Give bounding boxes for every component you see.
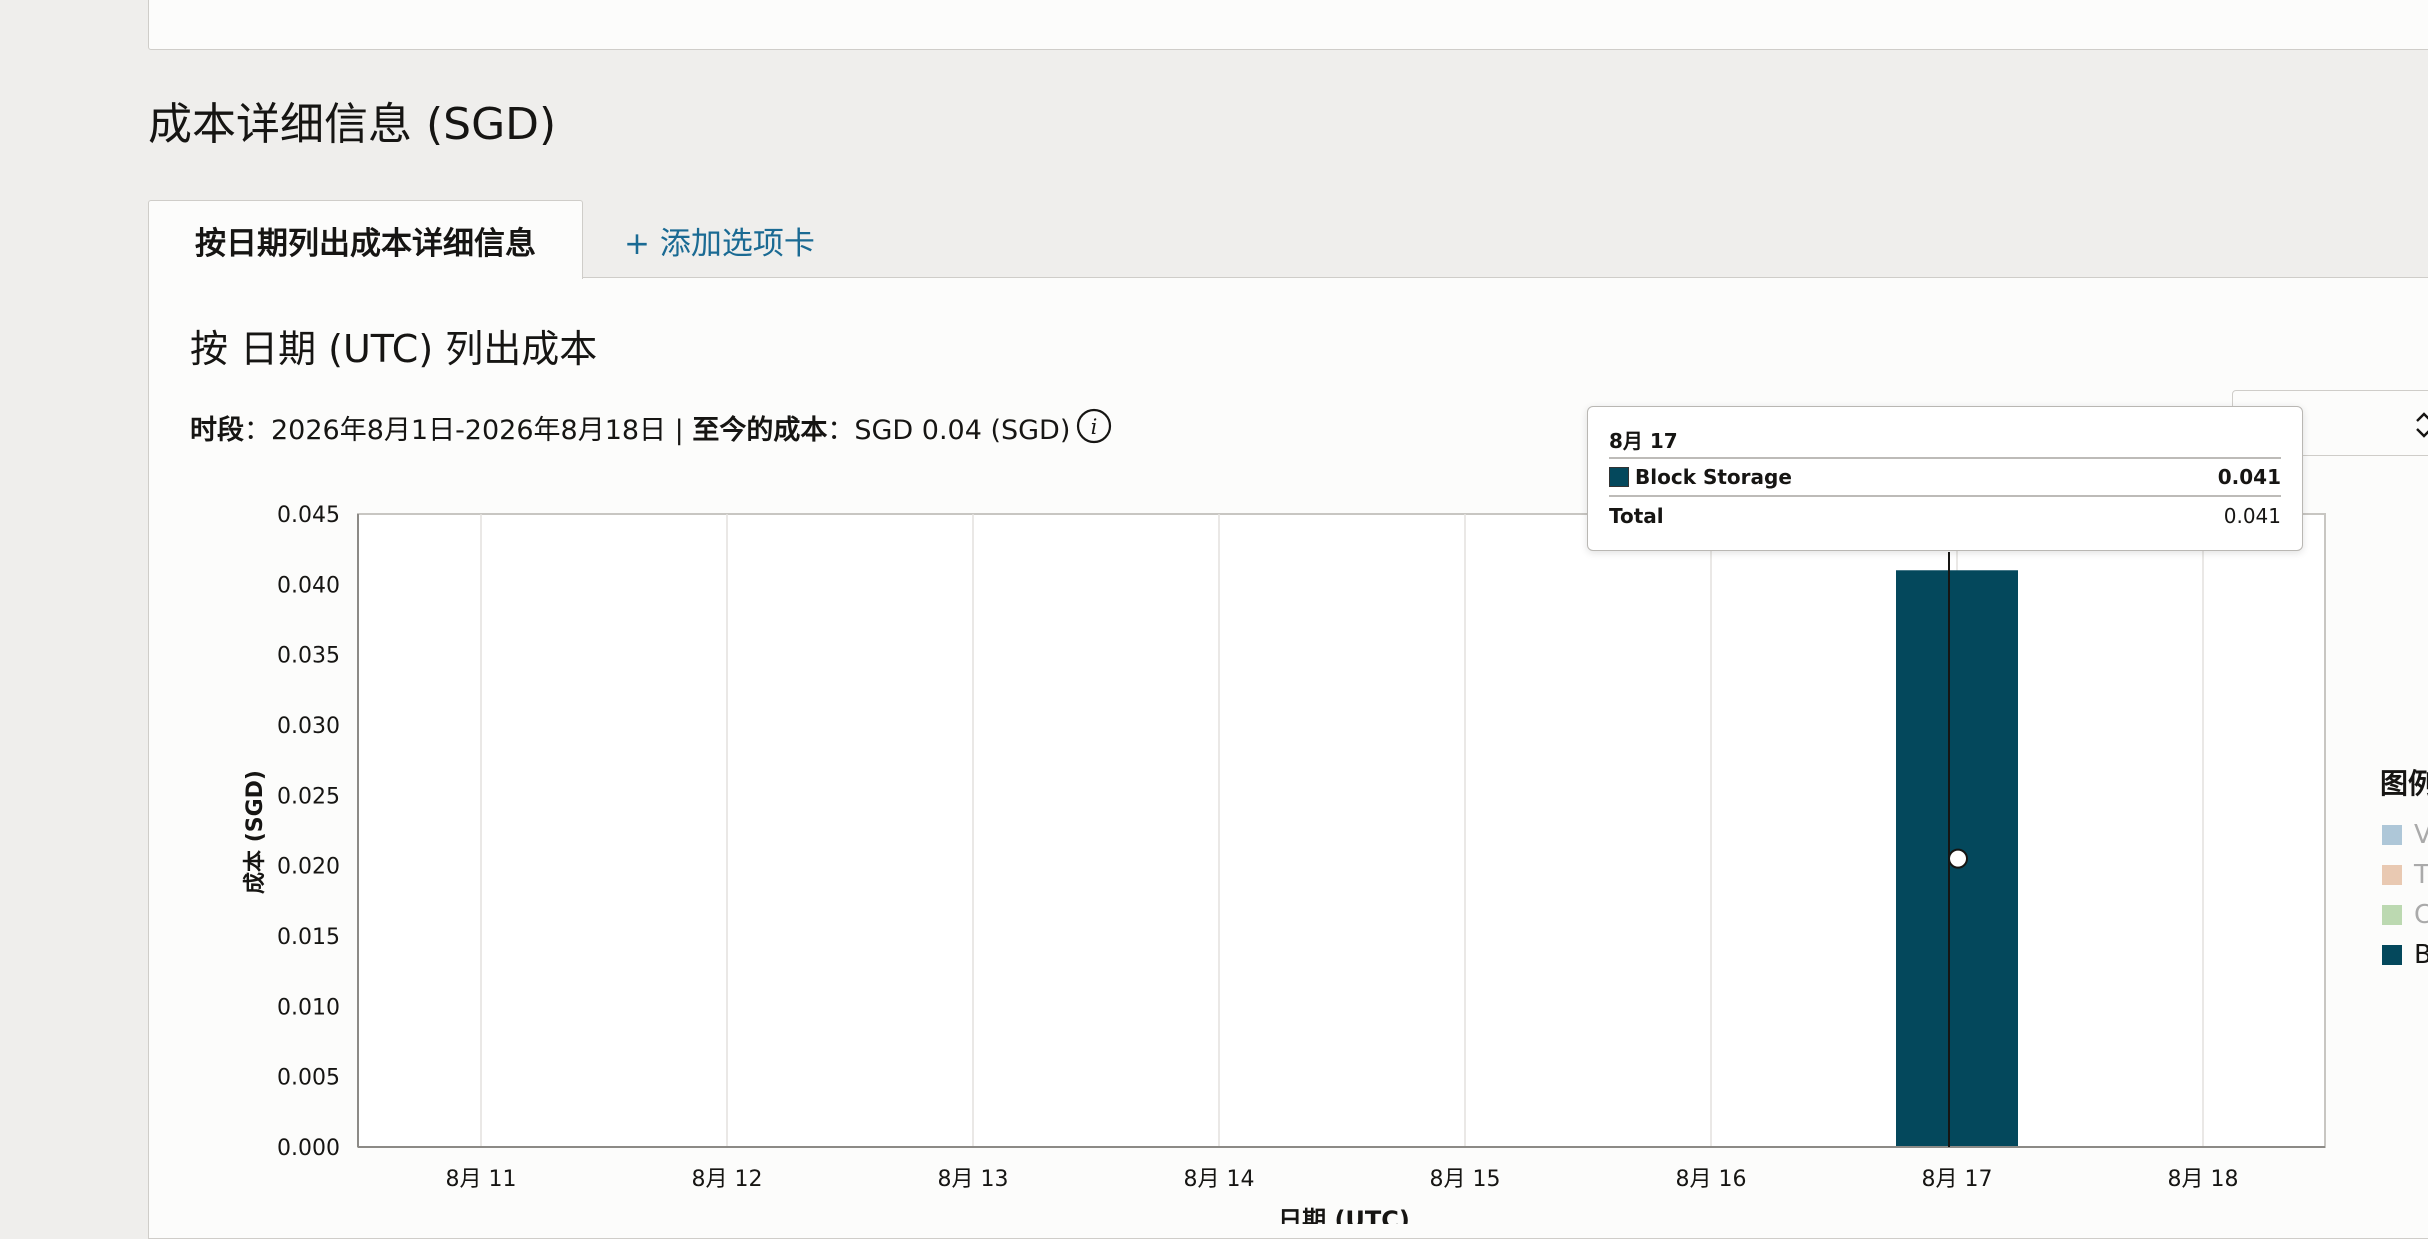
x-tick-label: 8月 12 [692, 1167, 763, 1192]
legend-item[interactable]: T [2382, 860, 2428, 890]
y-tick-label: 0.010 [277, 995, 340, 1020]
tooltip-date: 8月 17 [1609, 425, 2281, 459]
x-tick-label: 8月 18 [2168, 1167, 2239, 1192]
x-axis-label: 日期 (UTC) [1278, 1206, 1410, 1224]
x-tick-label: 8月 14 [1184, 1167, 1255, 1192]
legend-swatch [2382, 945, 2402, 965]
legend-swatch [2382, 825, 2402, 845]
legend-swatch [2382, 905, 2402, 925]
legend-item[interactable]: B [2382, 940, 2428, 970]
legend-label: V [2414, 820, 2428, 850]
legend-label: B [2414, 940, 2428, 970]
cost-bar-chart: 0.000 0.005 0.010 0.015 0.020 0.025 0.030 0.035… [243, 503, 2326, 1224]
y-tick-label: 0.030 [277, 714, 340, 739]
tooltip-series-value: 0.041 [2217, 465, 2281, 489]
plot-area [357, 513, 2326, 1148]
y-tick-label: 0.035 [277, 644, 340, 669]
y-tick-label: 0.020 [277, 855, 340, 880]
y-tick-label: 0.040 [277, 573, 340, 598]
hover-point [1948, 848, 1968, 869]
y-tick-label: 0.005 [277, 1066, 340, 1091]
tooltip-series-name: Block Storage [1635, 465, 1792, 489]
legend-title: 图例 [2380, 767, 2428, 800]
y-tick-label: 0.045 [277, 503, 340, 528]
tooltip-total-row: Total 0.041 [1609, 497, 2281, 535]
y-axis-label: 成本 (SGD) [243, 770, 268, 894]
x-tick-label: 8月 16 [1676, 1167, 1747, 1192]
legend-swatch [2382, 865, 2402, 885]
tooltip-row: Block Storage 0.041 [1609, 459, 2281, 497]
legend-label: C [2414, 900, 2428, 930]
x-tick-label: 8月 17 [1922, 1167, 1993, 1192]
x-tick-label: 8月 13 [938, 1167, 1009, 1192]
x-tick-label: 8月 15 [1430, 1167, 1501, 1192]
y-tick-label: 0.000 [277, 1136, 340, 1161]
chart-tooltip: 8月 17 Block Storage 0.041 Total 0.041 [1587, 406, 2303, 551]
tooltip-swatch [1609, 467, 1629, 487]
y-tick-label: 0.025 [277, 784, 340, 809]
tooltip-total-label: Total [1609, 504, 1664, 528]
legend-item[interactable]: V [2382, 820, 2428, 850]
legend-item[interactable]: C [2382, 900, 2428, 930]
tooltip-total-value: 0.041 [2223, 504, 2281, 528]
y-tick-label: 0.015 [277, 925, 340, 950]
legend-label: T [2414, 860, 2428, 890]
x-tick-label: 8月 11 [446, 1167, 517, 1192]
